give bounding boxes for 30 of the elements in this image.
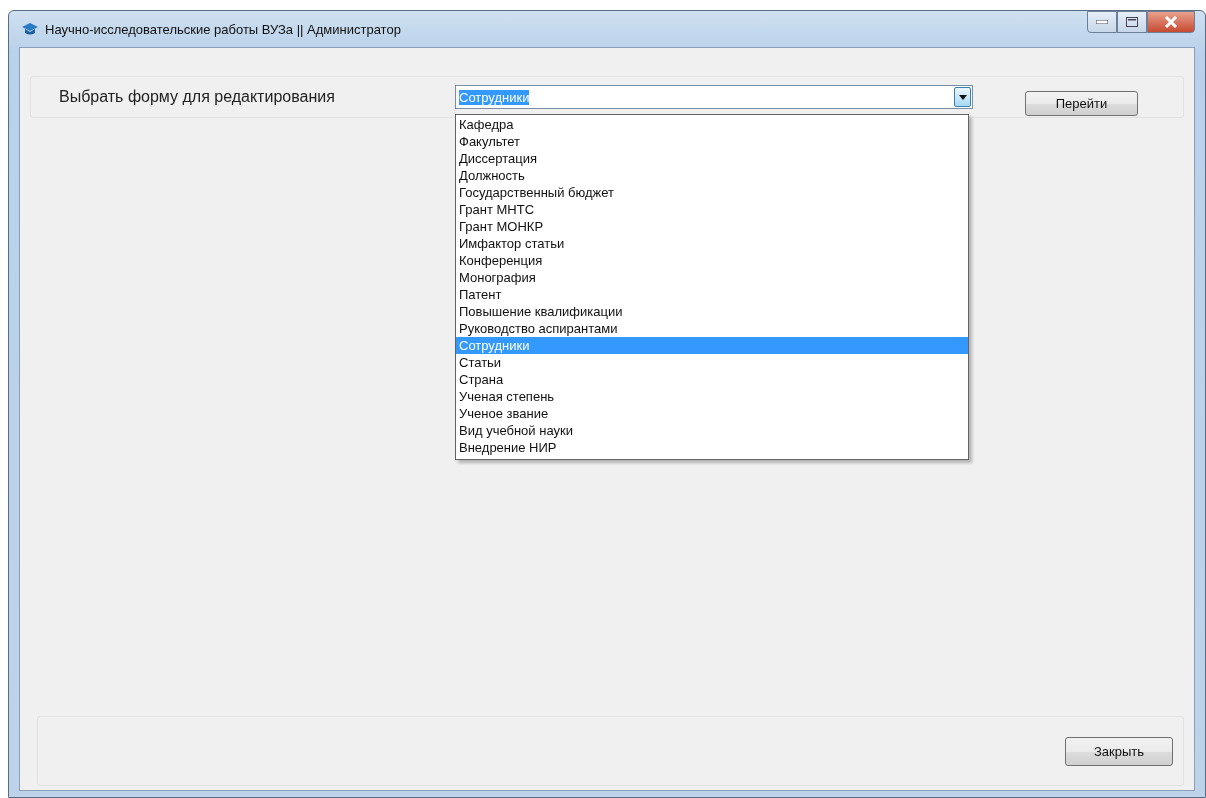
close-icon[interactable] (1164, 16, 1178, 28)
maximize-icon[interactable] (1126, 17, 1138, 27)
form-label: Выбрать форму для редактирования (59, 88, 336, 106)
dropdown-option[interactable]: Повышение квалификации (456, 303, 968, 320)
dropdown-option[interactable]: Вид учебной науки (456, 422, 968, 439)
minimize-button[interactable] (1087, 11, 1117, 33)
dropdown-option[interactable]: Государственный бюджет (456, 184, 968, 201)
dropdown-option[interactable]: Руководство аспирантами (456, 320, 968, 337)
dropdown-option[interactable]: Факультет (456, 133, 968, 150)
dropdown-option[interactable]: Ученое звание (456, 405, 968, 422)
dropdown-option[interactable]: Внедрение НИР (456, 439, 968, 456)
dropdown-option[interactable]: Монография (456, 269, 968, 286)
dropdown-option[interactable]: Кафедра (456, 116, 968, 133)
dropdown-option[interactable]: Конференция (456, 252, 968, 269)
dropdown-option[interactable]: Грант МОНКР (456, 218, 968, 235)
window-close-button[interactable] (1147, 11, 1195, 33)
window-title: Научно-исследовательские работы ВУЗа || Администратор (45, 21, 402, 37)
dropdown-option[interactable]: Должность (456, 167, 968, 184)
maximize-button[interactable] (1117, 11, 1147, 33)
go-button[interactable]: Перейти (1025, 90, 1138, 116)
graduation-cap-icon (21, 22, 39, 36)
close-button[interactable]: Закрыть (1065, 736, 1173, 766)
dropdown-option[interactable]: Патент (456, 286, 968, 303)
dropdown-option[interactable]: Диссертация (456, 150, 968, 167)
dropdown-option[interactable]: Имфактор статьи (456, 235, 968, 252)
dropdown-option[interactable]: Страна (456, 371, 968, 388)
dropdown-option[interactable]: Грант МНТС (456, 201, 968, 218)
minimize-icon[interactable] (1096, 20, 1108, 24)
dropdown-option[interactable]: Статьи (456, 354, 968, 371)
dropdown-option[interactable]: Ученая степень (456, 388, 968, 405)
